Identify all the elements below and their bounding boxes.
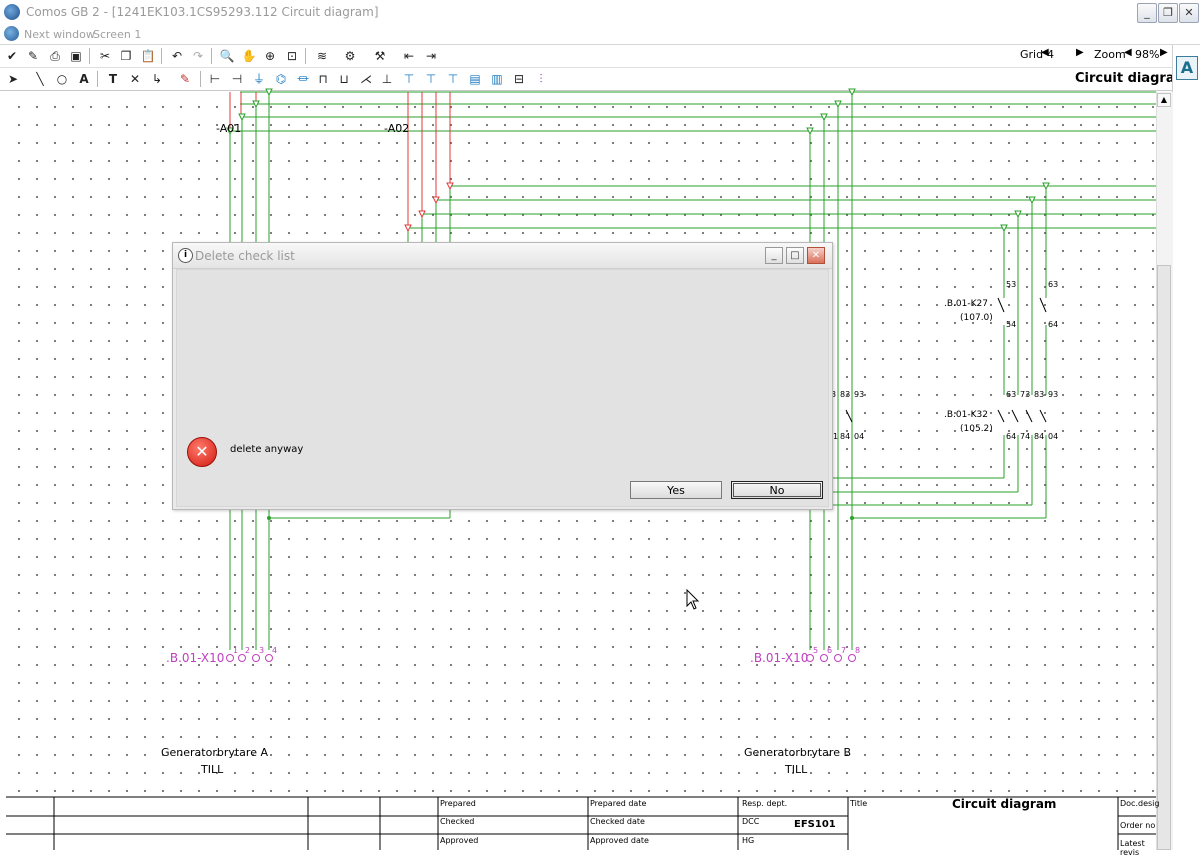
- title-label: Title: [850, 799, 868, 808]
- checked-date-label: Checked date: [590, 817, 645, 826]
- dialog-close-button[interactable]: ✕: [807, 247, 825, 264]
- dialog-body: [176, 269, 829, 507]
- checked-label: Checked: [440, 817, 475, 826]
- mouse-cursor-icon: [686, 589, 700, 610]
- terminal-number: 2: [245, 646, 251, 655]
- title-value: Circuit diagram: [952, 797, 1057, 811]
- contact-number: 83: [840, 390, 851, 399]
- contact-number: 04: [854, 432, 865, 441]
- terminal-number: 1: [233, 646, 239, 655]
- terminal-number: 4: [272, 646, 278, 655]
- delete-check-list-dialog: i Delete check list _ □ ✕ ✕ delete anywa…: [172, 242, 833, 510]
- contact-number: 84: [840, 432, 851, 441]
- contact-number: 64: [1048, 320, 1059, 329]
- hg-label: HG: [742, 836, 755, 845]
- contact-number: 93: [854, 390, 865, 399]
- contact-number: 93: [1048, 390, 1059, 399]
- contact-number: 63: [1048, 280, 1059, 289]
- dialog-message: delete anyway: [230, 444, 304, 455]
- latest-revision-label: Latest revis: [1120, 839, 1145, 857]
- terminal-strip-label-left[interactable]: .B.01-X10: [166, 651, 224, 665]
- error-icon: ✕: [187, 437, 217, 467]
- approved-date-label: Approved date: [590, 836, 649, 845]
- terminal-number: 6: [827, 646, 833, 655]
- contact-number: 84: [1034, 432, 1045, 441]
- resp-dept-label: Resp. dept.: [742, 799, 788, 808]
- contact-number: 1: [833, 432, 839, 441]
- info-icon: i: [178, 248, 193, 263]
- device-label-a01[interactable]: -A01: [216, 122, 241, 135]
- dcc-label: DCC: [742, 817, 760, 826]
- contact-number: 83: [1034, 390, 1045, 399]
- caption-till-a: TILL: [201, 763, 224, 776]
- doc-desig-label: Doc.desig: [1120, 799, 1160, 808]
- caption-generator-a: Generatorbrytare A: [161, 746, 268, 759]
- dialog-title: Delete check list: [195, 249, 295, 263]
- contact-number: 64: [1006, 432, 1017, 441]
- yes-button[interactable]: Yes: [630, 481, 722, 499]
- terminal-number: 3: [259, 646, 265, 655]
- caption-till-b: TILL: [785, 763, 808, 776]
- dialog-maximize-button[interactable]: □: [786, 247, 804, 264]
- terminal-number: 5: [813, 646, 819, 655]
- drawing-title-block: Prepared Checked Approved Prepared date …: [6, 796, 1160, 857]
- caption-generator-b: Generatorbrytare B: [744, 746, 852, 759]
- contact-number: 63: [1006, 390, 1017, 399]
- terminal-number: 7: [841, 646, 847, 655]
- prepared-date-label: Prepared date: [590, 799, 647, 808]
- prepared-label: Prepared: [440, 799, 476, 808]
- terminal-strip-label-right[interactable]: .B.01-X10: [750, 651, 808, 665]
- dialog-minimize-button[interactable]: _: [765, 247, 783, 264]
- no-button[interactable]: No: [731, 481, 823, 499]
- contact-number: 74: [1020, 432, 1031, 441]
- order-no-label: Order no: [1120, 821, 1156, 830]
- dcc-value: EFS101: [794, 819, 836, 830]
- approved-label: Approved: [440, 836, 479, 845]
- relay-k27-label[interactable]: .B.01-K27: [944, 299, 988, 309]
- device-label-a02[interactable]: -A02: [384, 122, 409, 135]
- relay-k27-ref: (107.0): [960, 313, 993, 323]
- terminal-number: 8: [855, 646, 861, 655]
- contact-number: 53: [1006, 280, 1017, 289]
- contact-number: 04: [1048, 432, 1059, 441]
- contact-number: 54: [1006, 320, 1017, 329]
- relay-k32-ref: (105.2): [960, 424, 993, 434]
- contact-number: 73: [1020, 390, 1031, 399]
- relay-k32-label[interactable]: .B.01-K32: [944, 410, 988, 420]
